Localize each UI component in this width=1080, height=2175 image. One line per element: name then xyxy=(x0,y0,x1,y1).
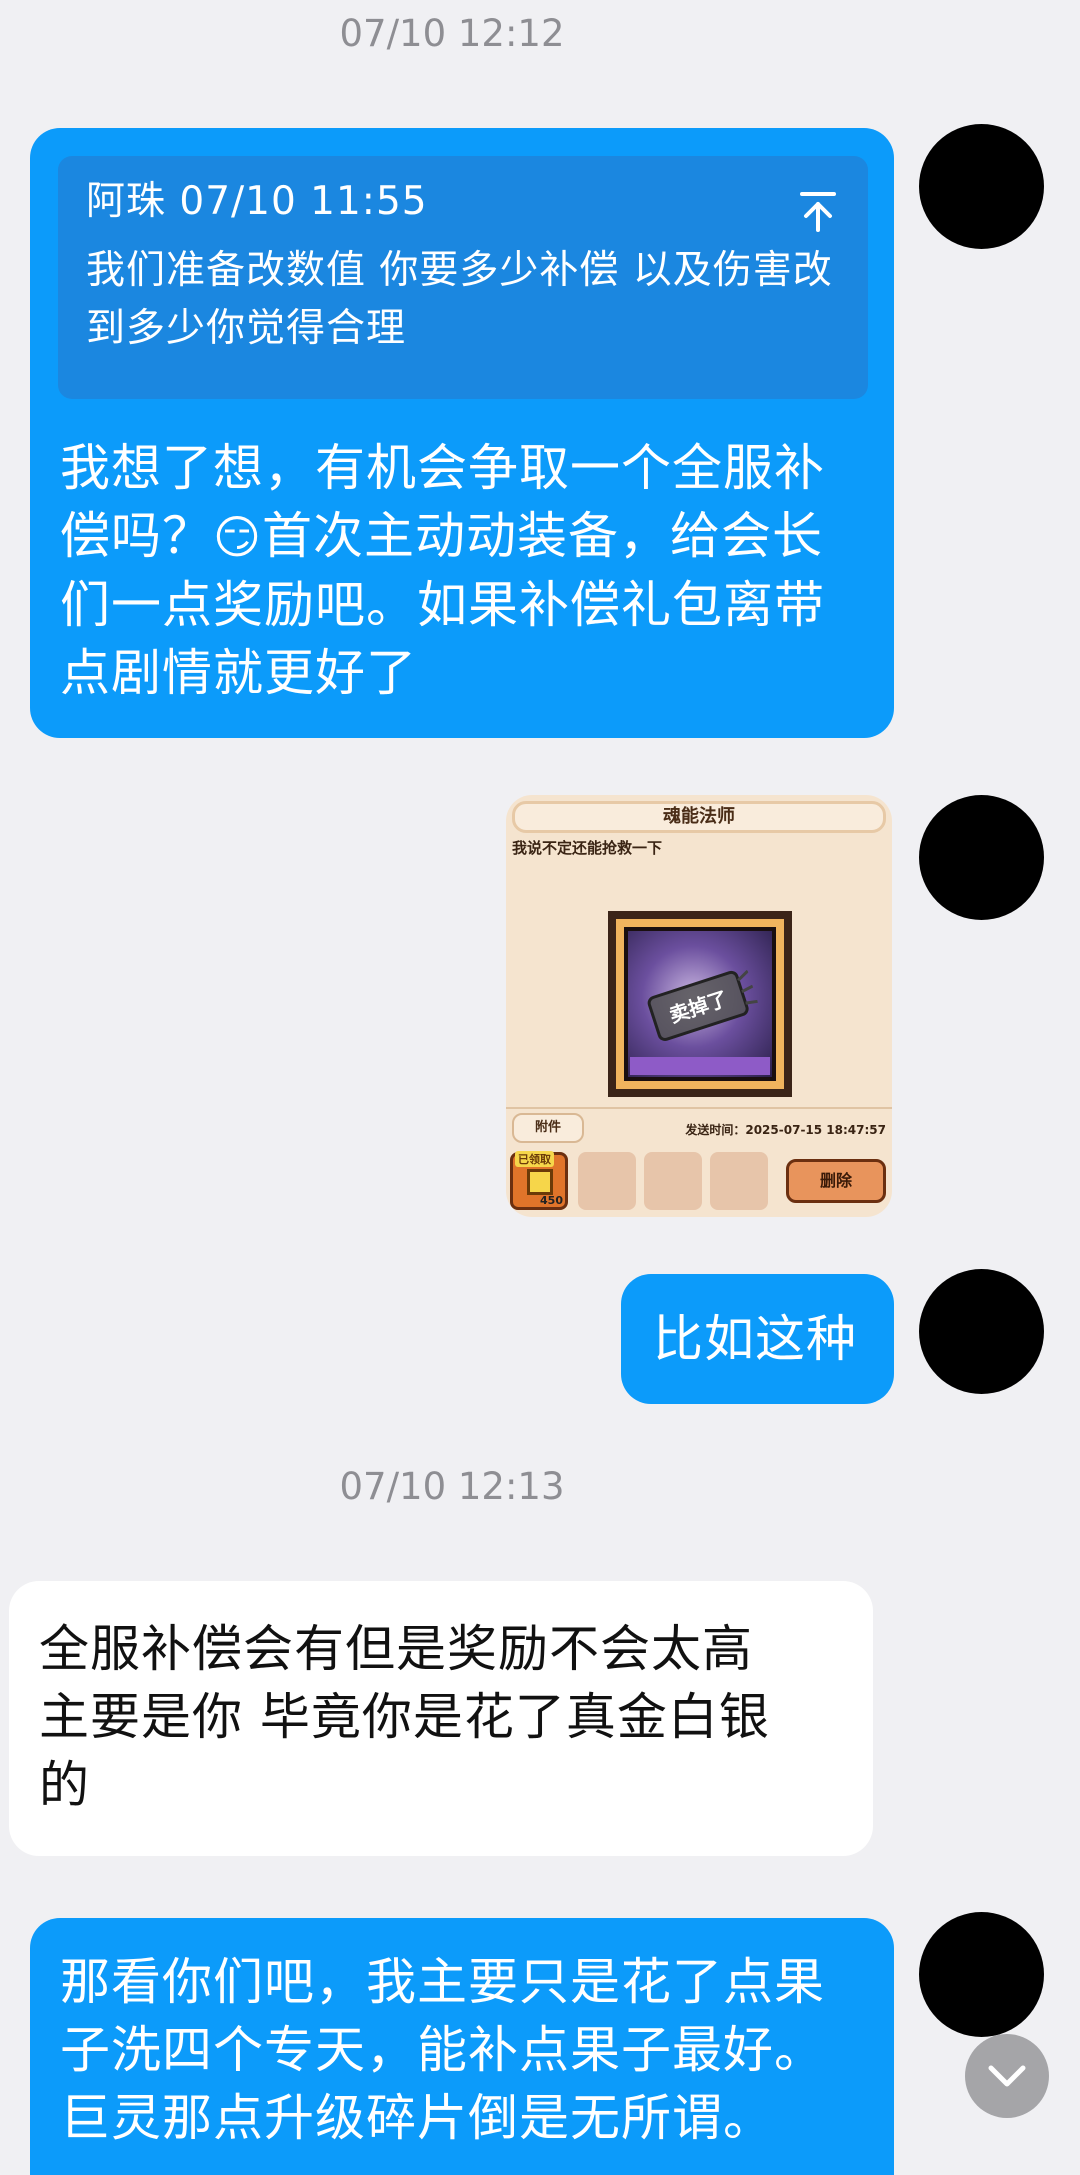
arrow-up-to-top-icon[interactable] xyxy=(798,190,838,234)
quoted-text: 我们准备改数值 你要多少补偿 以及伤害改到多少你觉得合理 xyxy=(86,248,833,351)
sent-time: 发送时间：2025-07-15 18:47:57 xyxy=(685,1123,886,1137)
scroll-to-bottom-button[interactable] xyxy=(965,2034,1049,2118)
image-message[interactable]: 魂能法师 我说不定还能抢救一下 卖掉了 附件 发送时间：2025-07-15 1… xyxy=(506,795,892,1217)
avatar[interactable] xyxy=(919,124,1044,249)
timestamp: 07/10 12:13 xyxy=(339,1465,565,1508)
message-bubble-outgoing[interactable]: 比如这种 xyxy=(621,1274,894,1404)
message-text: 比如这种 xyxy=(653,1310,857,1368)
message-line: 的 xyxy=(39,1756,90,1814)
attachment-slot xyxy=(710,1152,768,1210)
divider xyxy=(506,1107,892,1109)
chevron-down-icon xyxy=(988,2065,1026,2087)
attachment-slot: 已领取 450 xyxy=(510,1151,568,1210)
avatar[interactable] xyxy=(919,795,1044,920)
game-mail-title: 魂能法师 xyxy=(512,801,886,833)
message-bubble-outgoing[interactable]: 阿珠 07/10 11:55 我们准备改数值 你要多少补偿 以及伤害改到多少你觉… xyxy=(30,128,894,738)
attachment-slot xyxy=(578,1152,636,1210)
message-line: 主要是你 毕竟你是花了真金白银 xyxy=(39,1688,770,1746)
message-bubble-outgoing[interactable]: 那看你们吧，我主要只是花了点果 子洗四个专天，能补点果子最好。 巨灵那点升级碎片… xyxy=(30,1918,894,2175)
reward-quantity: 450 xyxy=(540,1194,563,1207)
message-line: 那看你们吧，我主要只是花了点果 xyxy=(60,1953,825,2011)
message-line: 们一点奖励吧。如果补偿礼包离带 xyxy=(60,576,825,634)
message-line: 偿吗？😏首次主动动装备，给会长 xyxy=(60,502,880,571)
timestamp: 07/10 12:12 xyxy=(339,12,565,55)
avatar[interactable] xyxy=(919,1269,1044,1394)
avatar[interactable] xyxy=(919,1912,1044,2037)
smirk-emoji-icon: 😏 xyxy=(213,510,262,564)
delete-button: 删除 xyxy=(786,1159,886,1203)
game-item-rarity-bar xyxy=(630,1057,770,1075)
message-text: 我想了想，有机会争取一个全服补 偿吗？😏首次主动动装备，给会长 们一点奖励吧。如… xyxy=(60,434,880,707)
message-line: 全服补偿会有但是奖励不会太高 xyxy=(39,1620,753,1678)
message-fragment: 偿吗？ xyxy=(60,507,213,565)
message-text: 全服补偿会有但是奖励不会太高 主要是你 毕竟你是花了真金白银 的 xyxy=(39,1615,859,1819)
attachment-slot xyxy=(644,1152,702,1210)
game-mail-note: 我说不定还能抢救一下 xyxy=(512,839,663,857)
quoted-author-time: 阿珠 07/10 11:55 xyxy=(86,179,428,224)
attachment-label: 附件 xyxy=(512,1113,584,1143)
quoted-message[interactable]: 阿珠 07/10 11:55 我们准备改数值 你要多少补偿 以及伤害改到多少你觉… xyxy=(58,156,868,399)
message-bubble-incoming[interactable]: 全服补偿会有但是奖励不会太高 主要是你 毕竟你是花了真金白银 的 xyxy=(9,1581,873,1856)
reward-icon xyxy=(527,1169,553,1195)
message-line: 点剧情就更好了 xyxy=(60,644,417,702)
message-fragment: 首次主动动装备，给会长 xyxy=(261,507,823,565)
message-line: 子洗四个专天，能补点果子最好。 xyxy=(60,2021,825,2079)
message-line: 我想了想，有机会争取一个全服补 xyxy=(60,439,825,497)
claimed-badge: 已领取 xyxy=(515,1151,554,1167)
message-line: 巨灵那点升级碎片倒是无所谓。 xyxy=(60,2089,774,2147)
message-text: 那看你们吧，我主要只是花了点果 子洗四个专天，能补点果子最好。 巨灵那点升级碎片… xyxy=(60,1948,890,2152)
